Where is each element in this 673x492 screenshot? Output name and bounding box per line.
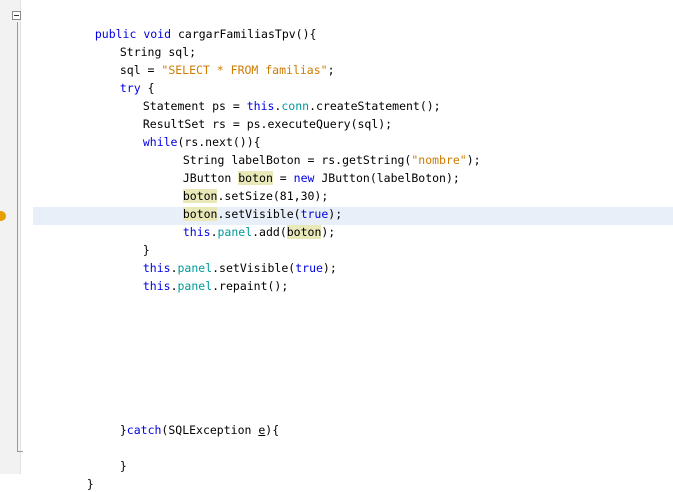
fold-guide xyxy=(17,22,18,452)
code-text: ); xyxy=(322,261,337,275)
code-text: ); xyxy=(466,153,481,167)
code-text: ); xyxy=(321,225,336,239)
code-text: .add( xyxy=(252,225,287,239)
fold-collapse-icon[interactable] xyxy=(12,11,21,20)
code-line-current[interactable]: this.panel.add(boton); xyxy=(169,208,335,239)
code-line[interactable]: while(rs.next()){ xyxy=(129,118,261,149)
variable-occurrence: boton xyxy=(286,225,322,239)
code-text: . xyxy=(210,225,218,239)
code-line[interactable]: } xyxy=(129,226,150,257)
code-line[interactable]: JButton boton = new JButton(labelBoton); xyxy=(169,154,460,185)
keyword: this xyxy=(142,279,171,293)
code-line[interactable]: String sql; xyxy=(106,28,196,59)
code-text: . xyxy=(170,279,178,293)
keyword: this xyxy=(182,225,211,239)
code-line[interactable]: sql = "SELECT * FROM familias"; xyxy=(106,46,335,77)
current-line-highlight xyxy=(33,207,673,225)
code-line-method-signature[interactable]: public void cargarFamiliasTpv(){ xyxy=(81,10,317,41)
code-text: JButton(labelBoton); xyxy=(314,171,460,185)
method-params: (){ xyxy=(295,27,317,41)
code-line[interactable]: try { xyxy=(106,64,155,95)
string-literal: "SELECT * FROM familias" xyxy=(161,63,328,77)
code-line[interactable]: Statement ps = this.conn.createStatement… xyxy=(129,82,441,113)
keyword: true xyxy=(295,261,323,275)
code-line[interactable]: }catch(SQLException e){ xyxy=(106,406,279,437)
code-line[interactable]: boton.setSize(81,30); xyxy=(169,172,328,203)
code-line[interactable]: this.panel.repaint(); xyxy=(129,262,288,293)
code-text: .repaint(); xyxy=(212,279,289,293)
code-text: } xyxy=(119,459,127,473)
code-line[interactable]: boton.setVisible(true); xyxy=(169,190,342,221)
code-line[interactable]: String labelBoton = rs.getString("nombre… xyxy=(169,136,481,167)
code-line[interactable]: this.panel.setVisible(true); xyxy=(129,244,337,275)
code-line[interactable]: ResultSet rs = ps.executeQuery(sql); xyxy=(129,100,392,131)
code-text: } xyxy=(119,423,127,437)
fold-guide-end xyxy=(17,451,23,452)
field-name: panel xyxy=(177,279,213,293)
code-text: (SQLException xyxy=(161,423,259,437)
keyword: catch xyxy=(126,423,162,437)
field-name: panel xyxy=(217,225,253,239)
code-line[interactable]: } xyxy=(106,442,127,473)
code-text: ){ xyxy=(265,423,280,437)
code-text: } xyxy=(86,477,94,491)
code-text: ; xyxy=(327,63,335,77)
